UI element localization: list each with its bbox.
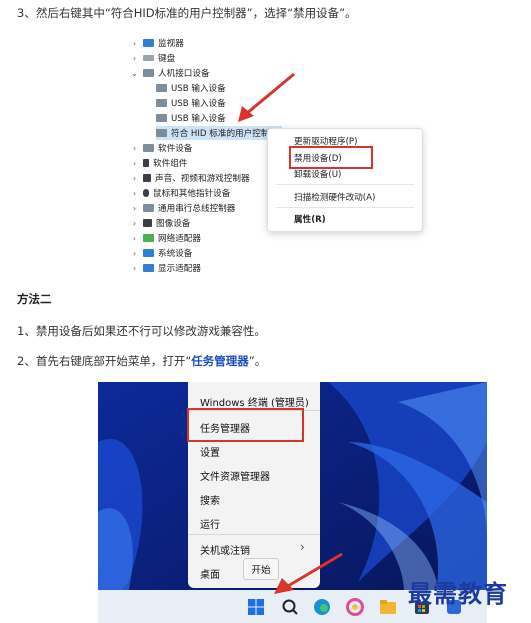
device-context-menu: 更新驱动程序(P) 禁用设备(D) 卸载设备(U) 扫描检测硬件改动(A) 属性…: [267, 128, 423, 232]
red-arrow-icon: [238, 72, 295, 122]
tree-item-label: 软件组件: [153, 159, 188, 169]
tree-item-label: 软件设备: [158, 144, 193, 154]
chevron-right-icon[interactable]: ›: [130, 219, 139, 228]
tree-item-label: 网络适配器: [158, 234, 201, 244]
menu-item-scan-hardware[interactable]: 扫描检测硬件改动(A): [294, 191, 375, 203]
chevron-right-icon[interactable]: ›: [130, 39, 139, 48]
edge-browser-icon[interactable]: [313, 598, 331, 616]
menu-item-properties[interactable]: 属性(R): [294, 213, 326, 225]
network-icon: [143, 234, 154, 242]
tree-item-usb-input-2[interactable]: USB 输入设备: [156, 96, 226, 110]
menu-item-terminal-admin[interactable]: Windows 终端 (管理员): [200, 394, 309, 409]
menu-separator: [188, 534, 320, 535]
chevron-right-icon[interactable]: ›: [130, 204, 139, 213]
tree-item-usb-controllers[interactable]: › 通用串行总线控制器: [130, 201, 235, 215]
tree-item-label: 监视器: [158, 39, 184, 49]
step2-prefix: 2、首先右键底部开始菜单，打开“: [17, 354, 192, 368]
tree-item-label: 声音、视频和游戏控制器: [155, 174, 250, 184]
usb-device-icon: [156, 114, 167, 122]
file-explorer-icon[interactable]: [379, 598, 397, 616]
menu-separator: [276, 207, 414, 208]
step2-suffix: ”。: [248, 354, 267, 368]
tree-item-display-adapters[interactable]: › 显示适配器: [130, 261, 201, 275]
usb-device-icon: [156, 99, 167, 107]
system-icon: [143, 249, 154, 257]
chevron-right-icon[interactable]: ›: [130, 234, 139, 243]
photos-app-icon[interactable]: [346, 598, 364, 616]
step3-text: 3、然后右键其中“符合HID标准的用户控制器”，选择“禁用设备”。: [17, 6, 357, 20]
display-adapter-icon: [143, 264, 154, 272]
chevron-right-icon[interactable]: ›: [130, 144, 139, 153]
red-arrow-icon: [274, 552, 343, 594]
menu-item-shutdown[interactable]: 关机或注销: [200, 542, 250, 557]
tree-item-keyboard[interactable]: › 键盘: [130, 51, 175, 65]
menu-item-desktop[interactable]: 桌面: [200, 566, 220, 581]
hid-icon: [143, 69, 154, 77]
task-manager-highlight: 任务管理器: [191, 354, 249, 368]
red-highlight-box: [289, 146, 373, 169]
menu-separator: [276, 184, 414, 185]
menu-item-file-explorer[interactable]: 文件资源管理器: [200, 468, 270, 483]
tree-item-label: USB 输入设备: [171, 99, 226, 109]
search-icon[interactable]: [281, 598, 299, 616]
tree-item-network[interactable]: › 网络适配器: [130, 231, 201, 245]
tree-item-usb-input-1[interactable]: USB 输入设备: [156, 81, 226, 95]
tree-item-usb-input-3[interactable]: USB 输入设备: [156, 111, 226, 125]
menu-item-search[interactable]: 搜索: [200, 492, 220, 507]
chevron-right-icon[interactable]: ›: [130, 264, 139, 273]
chevron-right-icon[interactable]: ›: [130, 54, 139, 63]
tree-item-monitors[interactable]: › 监视器: [130, 36, 184, 50]
tree-item-software-components[interactable]: › 软件组件: [130, 156, 188, 170]
tree-item-imaging[interactable]: › 图像设备: [130, 216, 191, 230]
chevron-right-icon[interactable]: ›: [130, 159, 139, 168]
keyboard-icon: [143, 55, 154, 61]
menu-item-settings[interactable]: 设置: [200, 444, 220, 459]
chevron-right-icon[interactable]: ›: [130, 174, 139, 183]
usb-device-icon: [156, 84, 167, 92]
menu-item-uninstall-device[interactable]: 卸载设备(U): [294, 168, 341, 180]
software-device-icon: [143, 144, 154, 152]
windows-start-icon[interactable]: [247, 598, 265, 616]
tree-item-label: 人机接口设备: [158, 69, 210, 79]
chevron-right-icon[interactable]: ›: [130, 249, 139, 258]
watermark-logo: 最需教育: [408, 579, 508, 608]
tree-item-label: USB 输入设备: [171, 114, 226, 124]
note1-text: 1、禁用设备后如果还不行可以修改游戏兼容性。: [17, 324, 266, 338]
tree-item-sound[interactable]: › 声音、视频和游戏控制器: [130, 171, 250, 185]
chevron-right-icon[interactable]: ›: [130, 189, 139, 198]
tree-item-mouse[interactable]: › 鼠标和其他指针设备: [130, 186, 230, 200]
monitor-icon: [143, 39, 154, 47]
tree-item-label: 系统设备: [158, 249, 193, 259]
hid-device-icon: [156, 129, 167, 137]
method2-heading: 方法二: [17, 292, 52, 306]
tree-item-software-devices[interactable]: › 软件设备: [130, 141, 193, 155]
menu-item-run[interactable]: 运行: [200, 516, 220, 531]
camera-icon: [143, 219, 152, 227]
tree-item-label: 鼠标和其他指针设备: [153, 189, 231, 199]
tree-item-hid[interactable]: ⌄ 人机接口设备: [130, 66, 210, 80]
tree-item-label: 显示适配器: [158, 264, 201, 274]
step2-text: 2、首先右键底部开始菜单，打开“任务管理器”。: [17, 353, 266, 369]
red-highlight-box: [187, 408, 304, 442]
sound-icon: [143, 174, 151, 182]
tree-item-system[interactable]: › 系统设备: [130, 246, 193, 260]
tree-item-label: 图像设备: [156, 219, 191, 229]
tree-item-label: 键盘: [158, 54, 176, 64]
tree-item-label: USB 输入设备: [171, 84, 226, 94]
usb-controller-icon: [143, 204, 154, 212]
chevron-down-icon[interactable]: ⌄: [130, 69, 139, 78]
software-component-icon: [143, 159, 149, 167]
tree-item-label: 通用串行总线控制器: [158, 204, 236, 214]
mouse-icon: [143, 189, 149, 197]
